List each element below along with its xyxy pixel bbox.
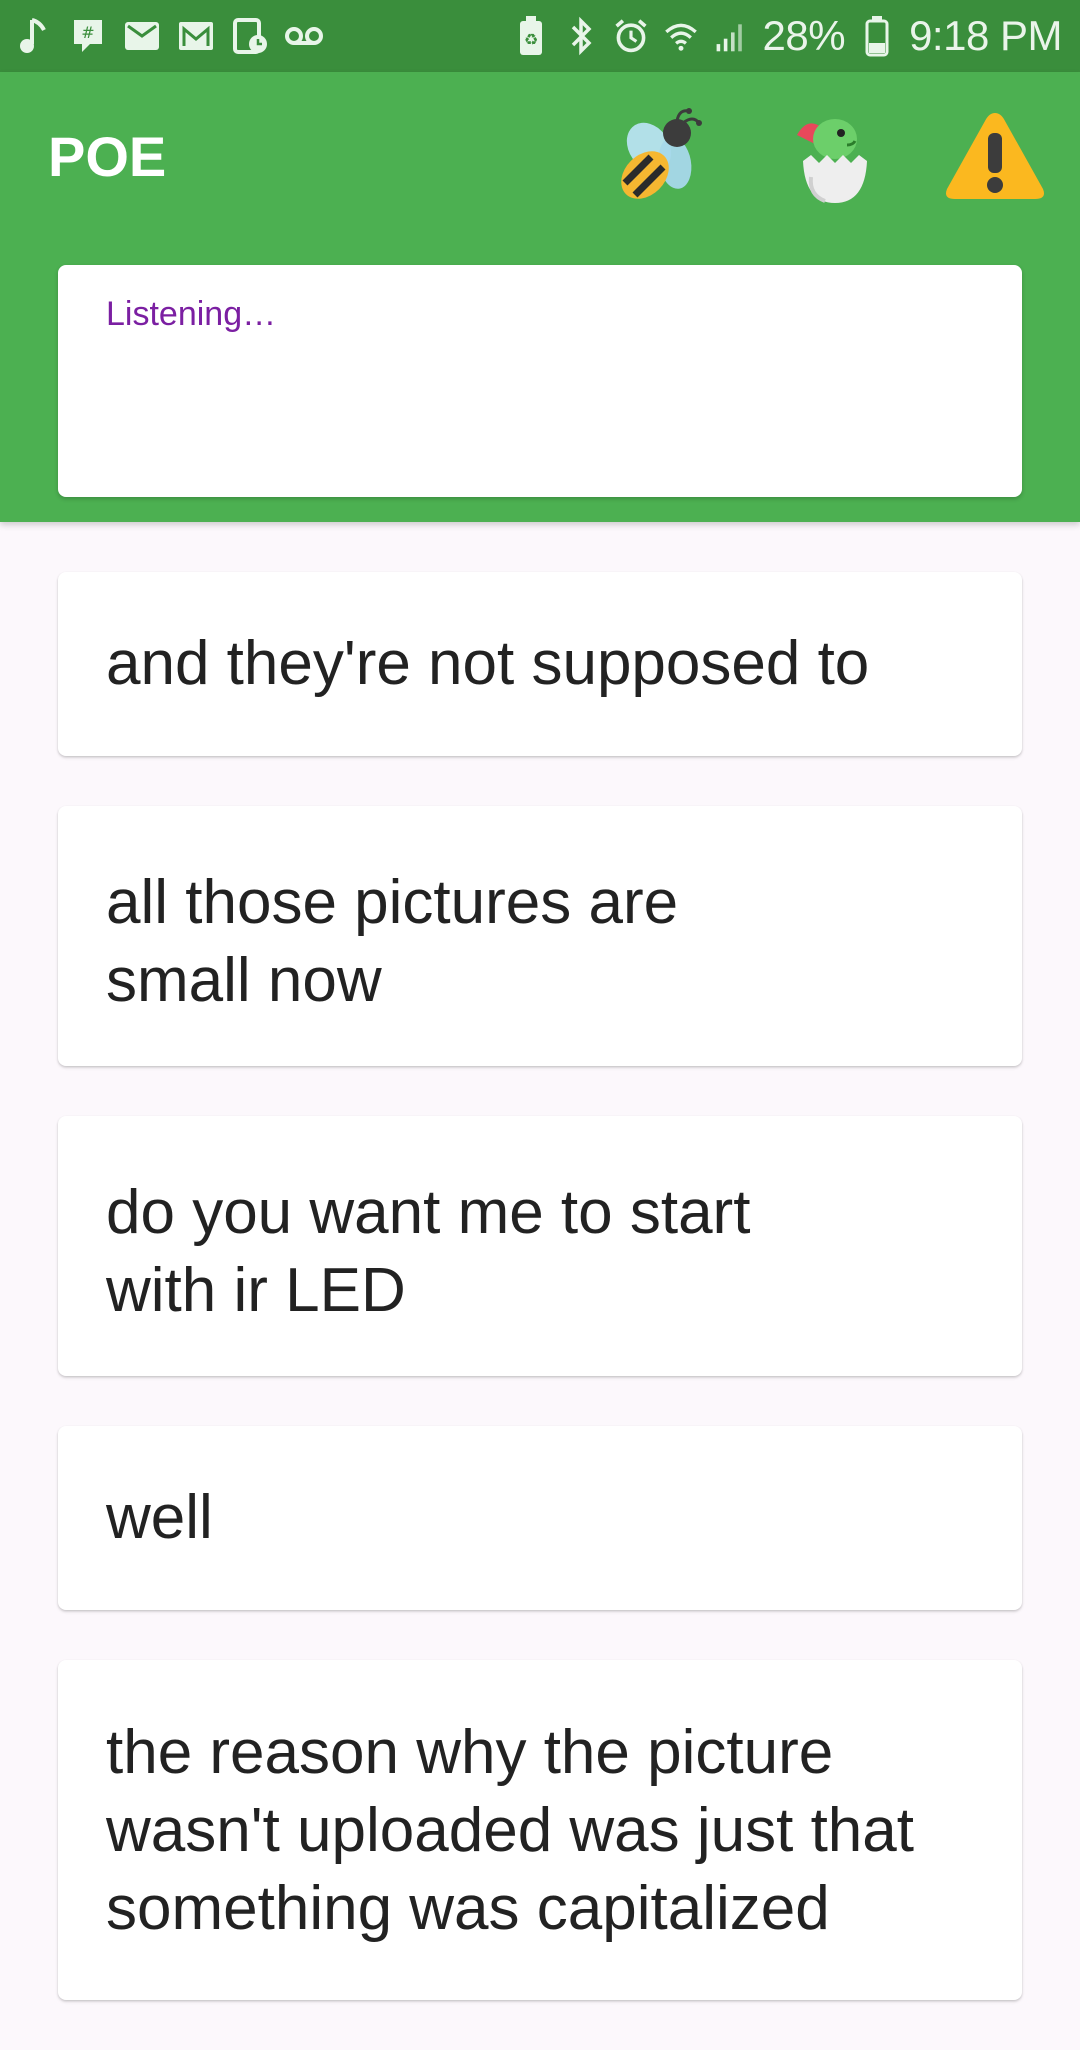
status-bar: # ♻ 28% 9:18 PM bbox=[0, 0, 1080, 72]
battery-saver-icon: ♻ bbox=[513, 16, 549, 56]
warning-icon[interactable] bbox=[940, 102, 1050, 212]
calendar-icon bbox=[230, 16, 270, 56]
clock-time: 9:18 PM bbox=[909, 12, 1062, 59]
listening-card[interactable]: Listening… bbox=[58, 265, 1022, 497]
transcript-text: the reason why the picture wasn't upload… bbox=[106, 1718, 914, 1943]
alarm-icon bbox=[613, 16, 649, 56]
svg-text:♻: ♻ bbox=[523, 30, 537, 49]
transcript-card[interactable]: do you want me to start with ir LED bbox=[58, 1116, 1022, 1376]
signal-icon bbox=[713, 16, 749, 56]
email-icon bbox=[122, 16, 162, 56]
transcript-text: all those pictures are small now bbox=[106, 868, 679, 1015]
transcript-text: do you want me to start with ir LED bbox=[106, 1178, 751, 1325]
listening-status: Listening… bbox=[106, 295, 277, 333]
voicemail-icon bbox=[284, 16, 324, 56]
music-note-icon bbox=[14, 16, 54, 56]
wifi-icon bbox=[663, 16, 699, 56]
transcript-list: and they're not supposed to all those pi… bbox=[58, 572, 1022, 2050]
dinosaur-egg-icon[interactable] bbox=[778, 102, 888, 212]
bluetooth-icon bbox=[563, 16, 599, 56]
app-bar: POE Listening… bbox=[0, 72, 1080, 522]
transcript-text: well bbox=[106, 1483, 213, 1552]
svg-text:#: # bbox=[81, 23, 94, 42]
battery-percent: 28% bbox=[762, 12, 846, 59]
bee-icon[interactable] bbox=[604, 102, 714, 212]
transcript-text: and they're not supposed to bbox=[106, 629, 870, 698]
transcript-card[interactable]: the reason why the picture wasn't upload… bbox=[58, 1660, 1022, 2000]
transcript-card[interactable]: all those pictures are small now bbox=[58, 806, 1022, 1066]
transcript-card[interactable]: well bbox=[58, 1426, 1022, 1610]
status-system: ♻ 28% 9:18 PM bbox=[513, 10, 1062, 62]
transcript-card[interactable]: and they're not supposed to bbox=[58, 572, 1022, 756]
hangouts-icon: # bbox=[68, 16, 108, 56]
gmail-icon bbox=[176, 16, 216, 56]
status-notifications: # bbox=[14, 12, 324, 60]
battery-icon bbox=[859, 16, 895, 57]
app-title: POE bbox=[48, 125, 167, 188]
